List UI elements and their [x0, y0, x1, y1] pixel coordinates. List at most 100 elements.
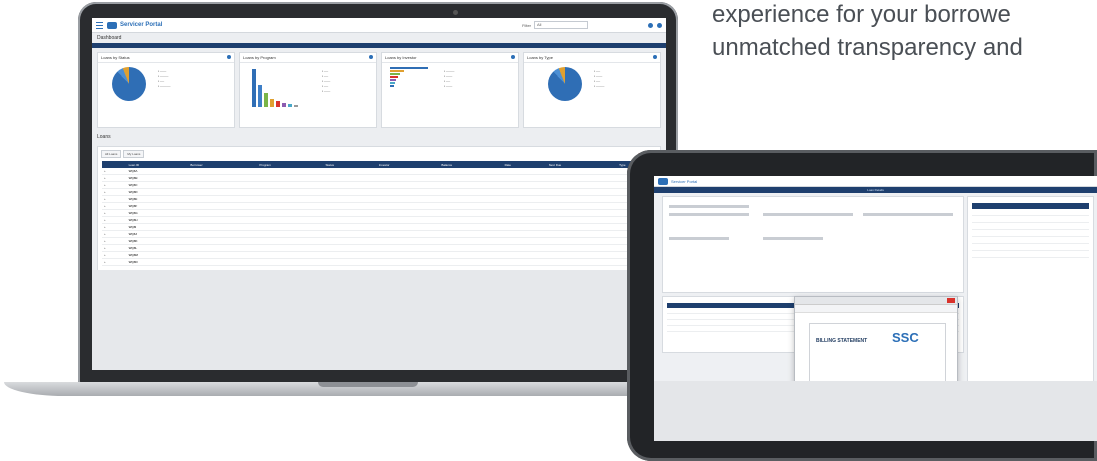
loan-id-link[interactable]: WQ8D — [126, 188, 189, 196]
loan-id-link[interactable]: WQ8B — [126, 174, 189, 182]
expand-icon[interactable]: + — [102, 181, 127, 189]
expand-icon[interactable]: + — [102, 251, 127, 259]
expand-icon[interactable]: + — [102, 237, 127, 245]
expand-icon[interactable]: + — [102, 216, 127, 224]
widget-title: Loans by Investor — [382, 53, 518, 63]
expand-icon[interactable]: + — [102, 258, 127, 266]
sidebar-row[interactable] — [972, 237, 1089, 244]
sidebar-row[interactable] — [972, 230, 1089, 237]
table-cell — [439, 181, 503, 189]
table-cell — [257, 223, 324, 231]
table-row[interactable]: + WQ8K — [102, 237, 662, 245]
sidebar-row[interactable] — [972, 244, 1089, 251]
column-header[interactable]: Balance — [439, 161, 503, 168]
table-row[interactable]: + WQ8M — [102, 251, 662, 259]
column-header[interactable]: Next Due — [546, 161, 618, 168]
expand-icon[interactable]: + — [102, 174, 127, 182]
expand-icon[interactable]: + — [102, 188, 127, 196]
loan-id-link[interactable]: WQ8J — [126, 230, 189, 238]
statement-title: BILLING STATEMENT — [816, 338, 868, 344]
expand-icon[interactable]: + — [102, 244, 127, 252]
settings-icon[interactable] — [511, 55, 515, 59]
filter-select[interactable]: All — [534, 21, 588, 29]
column-header[interactable]: Borrower — [188, 161, 258, 168]
laptop-camera — [453, 10, 458, 15]
settings-icon[interactable] — [369, 55, 373, 59]
table-cell — [376, 202, 440, 210]
table-cell — [546, 244, 618, 252]
table-cell — [502, 209, 547, 217]
table-cell — [546, 216, 618, 224]
headline-line-2: unmatched transparency and — [712, 34, 1023, 61]
table-row[interactable]: + WQ8I — [102, 223, 662, 231]
sidebar-row[interactable] — [972, 216, 1089, 223]
sidebar-row[interactable] — [972, 251, 1089, 258]
table-row[interactable]: + WQ8L — [102, 244, 662, 252]
table-cell — [439, 223, 503, 231]
column-header[interactable]: Rate — [502, 161, 547, 168]
tab-my-loans[interactable]: My Loans — [123, 150, 145, 158]
table-cell — [546, 230, 618, 238]
expand-icon[interactable]: + — [102, 223, 127, 231]
table-cell — [376, 181, 440, 189]
app-logo-icon — [107, 21, 117, 29]
sidebar-row[interactable] — [972, 223, 1089, 230]
loan-id-link[interactable]: WQ8I — [126, 223, 189, 231]
table-cell — [502, 251, 547, 259]
column-header[interactable]: Status — [323, 161, 377, 168]
bar-chart — [252, 67, 312, 107]
window-titlebar[interactable] — [795, 297, 957, 305]
tablet-title-band: Loan Details — [654, 187, 1097, 193]
table-row[interactable]: + WQ8E — [102, 195, 662, 203]
table-row[interactable]: + WQ8B — [102, 174, 662, 182]
close-icon[interactable] — [947, 298, 955, 303]
table-cell — [188, 251, 258, 259]
table-cell — [257, 181, 324, 189]
table-row[interactable]: + WQ8C — [102, 181, 662, 189]
table-cell — [546, 237, 618, 245]
loan-id-link[interactable]: WQ8G — [126, 209, 189, 217]
table-cell — [323, 216, 377, 224]
loan-id-link[interactable]: WQ8C — [126, 181, 189, 189]
tab-all-loans[interactable]: All Loans — [101, 150, 122, 158]
app-logo-icon — [658, 177, 668, 185]
table-row[interactable]: + WQ8D — [102, 188, 662, 196]
sidebar-row[interactable] — [972, 209, 1089, 216]
table-row[interactable]: + WQ8J — [102, 230, 662, 238]
column-header[interactable]: Program — [257, 161, 324, 168]
table-row[interactable]: + WQ8F — [102, 202, 662, 210]
table-cell — [188, 216, 258, 224]
menu-icon[interactable] — [96, 21, 103, 29]
laptop-hinge-notch — [318, 382, 418, 387]
user-icon[interactable] — [657, 22, 662, 28]
loan-id-link[interactable]: WQ8E — [126, 195, 189, 203]
loan-id-link[interactable]: WQ8H — [126, 216, 189, 224]
loan-id-link[interactable]: WQ8L — [126, 244, 189, 252]
loan-id-link[interactable]: WQ8F — [126, 202, 189, 210]
expand-icon[interactable]: + — [102, 202, 127, 210]
expand-icon[interactable]: + — [102, 209, 127, 217]
settings-icon[interactable] — [653, 55, 657, 59]
table-cell — [376, 216, 440, 224]
address-bar[interactable] — [795, 305, 957, 313]
table-row[interactable]: + WQ8N — [102, 258, 662, 266]
column-header[interactable] — [102, 161, 127, 168]
expand-icon[interactable]: + — [102, 195, 127, 203]
table-cell — [323, 237, 377, 245]
column-header[interactable]: Loan ID — [126, 161, 189, 168]
table-cell — [502, 174, 547, 182]
table-row[interactable]: + WQ8H — [102, 216, 662, 224]
table-cell — [439, 188, 503, 196]
table-cell — [376, 209, 440, 217]
notification-icon[interactable] — [648, 22, 653, 28]
loan-id-link[interactable]: WQ8N — [126, 258, 189, 266]
table-cell — [439, 244, 503, 252]
loan-id-link[interactable]: WQ8M — [126, 251, 189, 259]
headline-line-1: experience for your borrowe — [712, 1, 1011, 28]
table-row[interactable]: + WQ8G — [102, 209, 662, 217]
column-header[interactable]: Investor — [376, 161, 440, 168]
expand-icon[interactable]: + — [102, 230, 127, 238]
settings-icon[interactable] — [227, 55, 231, 59]
table-cell — [376, 237, 440, 245]
loan-id-link[interactable]: WQ8K — [126, 237, 189, 245]
